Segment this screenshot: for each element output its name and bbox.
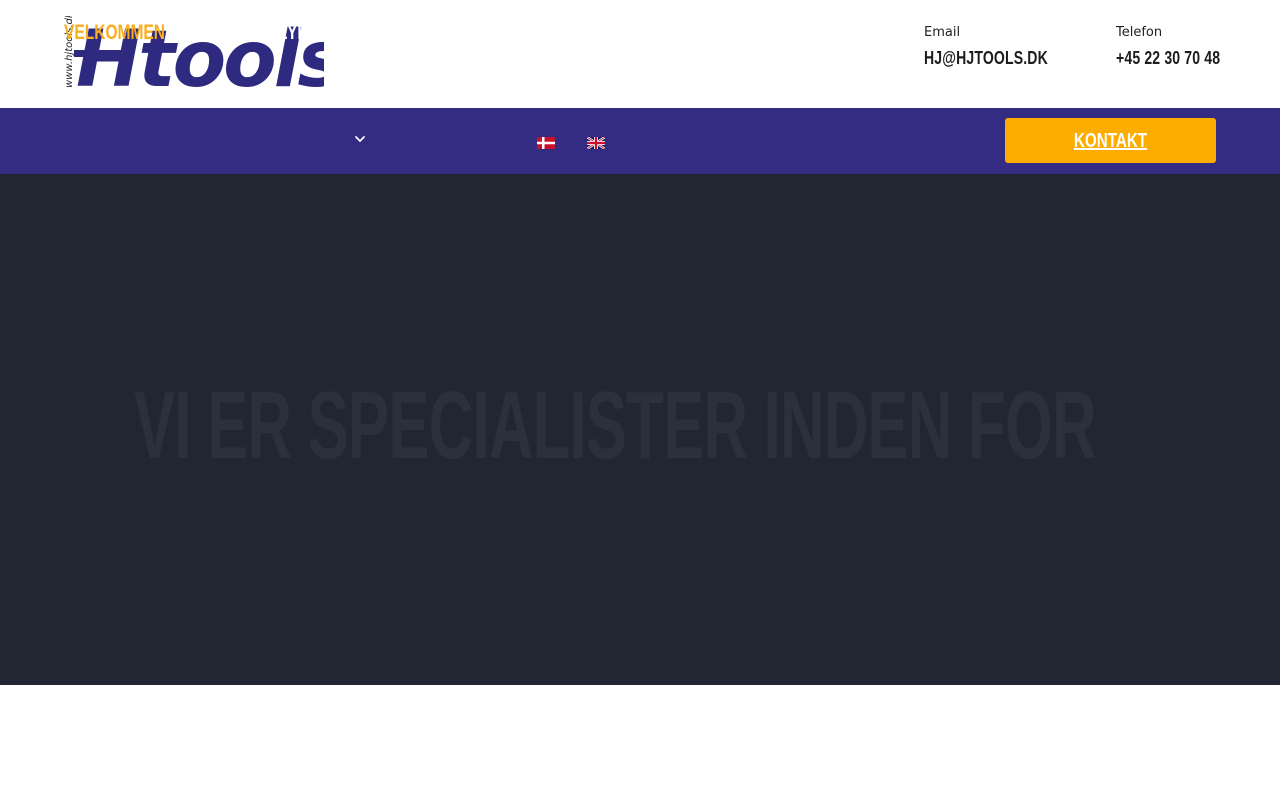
nav-item-service[interactable]: SERVICE (389, 22, 457, 44)
danish-flag-icon[interactable] (537, 137, 555, 149)
kontakt-button[interactable]: KONTAKT (1005, 118, 1216, 163)
email-label: Email (924, 25, 961, 40)
logo-crossbar (74, 50, 126, 57)
nav-item-reservedele[interactable]: RESERVEDELE (172, 22, 287, 44)
nav-item-velkommen[interactable]: VELKOMMEN (64, 22, 165, 44)
kontakt-button-label: KONTAKT (1073, 130, 1148, 152)
chevron-down-icon[interactable] (354, 133, 366, 145)
nav-item-om-os[interactable]: OM OS (467, 22, 519, 44)
nav-item-ydelser[interactable]: YDELSER (287, 22, 360, 44)
email-link[interactable]: HJ@HJTOOLS.DK (924, 48, 1048, 69)
english-flag-icon[interactable] (587, 137, 605, 149)
phone-contact: Telefon +45 22 30 70 48 (1116, 24, 1250, 69)
phone-label: Telefon (1116, 25, 1163, 40)
hero-section: VI ER SPECIALISTER INDEN FOR (0, 174, 1280, 685)
phone-link[interactable]: +45 22 30 70 48 (1116, 48, 1220, 69)
header: www.hjtools.dk Htools Email HJ@HJTOOLS.D… (0, 0, 1280, 108)
hero-headline: VI ER SPECIALISTER INDEN FOR (134, 372, 1096, 479)
email-contact: Email HJ@HJTOOLS.DK (924, 24, 1083, 69)
